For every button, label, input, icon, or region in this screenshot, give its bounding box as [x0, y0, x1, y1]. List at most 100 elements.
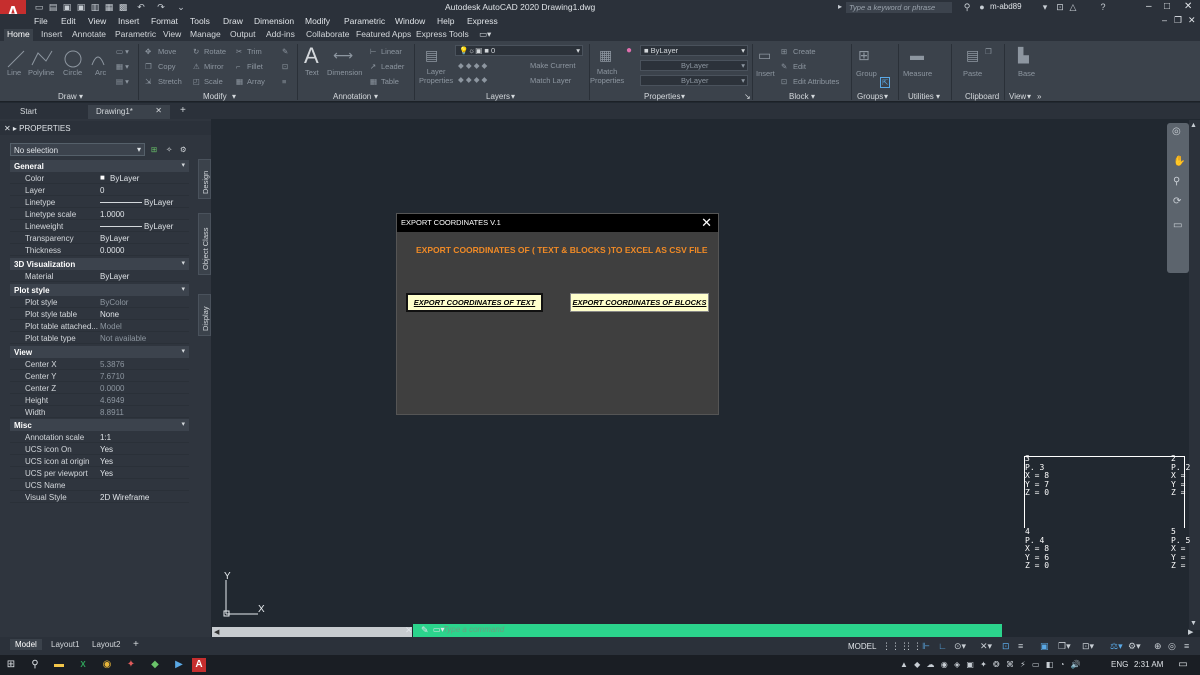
new-tab-icon[interactable]: + — [172, 105, 194, 119]
windows-start-icon[interactable]: ⊞ — [4, 658, 18, 672]
property-row[interactable]: Visual Style 2D Wireframe — [10, 491, 189, 503]
steering-wheel-icon[interactable]: ◎ — [1172, 126, 1181, 137]
menu-help[interactable]: Help — [437, 16, 454, 26]
binoculars-icon[interactable]: ⚲ — [962, 2, 972, 12]
file-explorer-icon[interactable]: ▬ — [52, 658, 66, 672]
draw-panel-dropdown-icon[interactable]: ▾ — [79, 92, 83, 101]
property-row[interactable]: UCS icon at origin Yes — [10, 455, 189, 467]
layer-tools-row1[interactable]: ◆ ◆ ◆ ◆ — [458, 61, 487, 70]
menu-modify[interactable]: Modify — [305, 16, 330, 26]
tab-manage[interactable]: Manage — [187, 29, 224, 41]
draw-panel-title[interactable]: Draw — [58, 92, 77, 101]
object-snap-icon[interactable]: ⊡ — [1002, 641, 1010, 652]
property-row[interactable]: Thickness 0.0000 — [10, 244, 189, 256]
quick-access-dropdown-icon[interactable]: ⌄ — [176, 2, 186, 12]
scale-tool[interactable]: Scale — [204, 77, 223, 86]
user-dropdown-icon[interactable]: ▾ — [1040, 2, 1050, 12]
chrome-icon[interactable]: ◉ — [100, 658, 114, 672]
lineweight-dropdown[interactable]: ByLayer ▾ — [640, 75, 748, 86]
mirror-tool[interactable]: Mirror — [204, 62, 224, 71]
hatch-tool-icon[interactable]: ▦ ▾ — [116, 62, 129, 71]
layer-properties-tool[interactable]: Layer Properties — [419, 67, 453, 85]
property-row[interactable]: Transparency ByLayer — [10, 232, 189, 244]
annotation-panel-title[interactable]: Annotation — [333, 92, 371, 101]
block-panel-dropdown-icon[interactable]: ▾ — [811, 92, 815, 101]
property-row[interactable]: Lineweight ByLayer — [10, 220, 189, 232]
quick-select-icon[interactable]: ⚙ — [180, 145, 187, 154]
polar-icon[interactable]: ⊙▾ — [954, 641, 966, 652]
print-icon[interactable]: ▩ — [118, 2, 128, 12]
text-tool[interactable]: Text — [305, 68, 319, 77]
export-text-button[interactable]: EXPORT COORDINATES OF TEXT — [406, 293, 543, 312]
doc-tab-start[interactable]: Start — [12, 105, 45, 119]
properties-panel-dropdown-icon[interactable]: ▾ — [681, 92, 685, 101]
array-tool[interactable]: Array — [247, 77, 265, 86]
scroll-left-icon[interactable]: ◀ — [214, 628, 219, 636]
tab-model[interactable]: Model — [10, 639, 42, 650]
palette-close-icon[interactable]: ✕ ▸ — [4, 124, 19, 133]
groups-panel-dropdown-icon[interactable]: ▾ — [884, 92, 888, 101]
close-icon[interactable]: ✕ — [1184, 1, 1192, 12]
section-collapse-icon[interactable]: ▾ — [181, 259, 185, 267]
property-row[interactable]: Linetype scale 1.0000 — [10, 208, 189, 220]
draw-small-tools[interactable]: ▭ ▾ — [116, 47, 129, 56]
xbox-icon[interactable]: ◆ — [148, 658, 162, 672]
workspace-gear-icon[interactable]: ⚙▾ — [1128, 641, 1141, 652]
property-row[interactable]: UCS icon On Yes — [10, 443, 189, 455]
property-row[interactable]: Layer 0 — [10, 184, 189, 196]
maximize-icon[interactable]: □ — [1164, 1, 1170, 12]
cloud-icon[interactable]: ▦ — [104, 2, 114, 12]
section-collapse-icon[interactable]: ▾ — [181, 161, 185, 169]
tab-express-tools[interactable]: Express Tools — [413, 29, 472, 41]
insert-block-tool[interactable]: Insert — [756, 69, 775, 78]
tray-icons[interactable]: ▲ ◆ ☁ ◉ ◈ ▣ ✦ ❂ ⌘ ⚡ ▭ ◧ ◔ 🔊 — [900, 658, 1100, 672]
property-row[interactable]: Material ByLayer — [10, 270, 189, 282]
side-tab-design[interactable]: Design — [198, 159, 211, 199]
side-tab-object-class[interactable]: Object Class — [198, 213, 211, 275]
annotation-panel-dropdown-icon[interactable]: ▾ — [374, 92, 378, 101]
doc-minimize-icon[interactable]: – — [1162, 15, 1167, 25]
toggle-pickadd-icon[interactable]: ⊞ — [151, 145, 157, 154]
properties-header[interactable]: ✕ ▸ PROPERTIES — [0, 121, 211, 135]
tab-parametric[interactable]: Parametric — [112, 29, 159, 41]
tab-collaborate[interactable]: Collaborate — [303, 29, 352, 41]
measure-icon[interactable]: ▬ — [910, 47, 924, 63]
menu-dimension[interactable]: Dimension — [254, 16, 294, 26]
save-icon[interactable]: ▣ — [62, 2, 72, 12]
menu-file[interactable]: File — [34, 16, 48, 26]
notifications-icon[interactable]: ▭ — [1176, 658, 1190, 672]
draw-tools-icons[interactable] — [6, 47, 106, 69]
scroll-up-icon[interactable]: ▲ — [1190, 122, 1197, 129]
erase-icon[interactable]: ✎ — [282, 47, 288, 56]
property-row[interactable]: UCS Name — [10, 479, 189, 491]
property-row[interactable]: Plot style table None — [10, 308, 189, 320]
selection-cycling-icon[interactable]: ▣ — [1040, 641, 1049, 652]
search-expand-icon[interactable]: ▸ — [838, 2, 842, 11]
utilities-panel-title[interactable]: Utilities — [908, 92, 934, 101]
tab-output[interactable]: Output — [227, 29, 259, 41]
layer-tools-row2[interactable]: ◆ ◆ ◆ ◆ — [458, 75, 487, 84]
scroll-down-icon[interactable]: ▼ — [1190, 620, 1197, 627]
paste-icon[interactable]: ▤ — [966, 47, 979, 64]
layers-panel-title[interactable]: Layers — [486, 92, 510, 101]
doc-tab-close-icon[interactable]: ✕ — [155, 106, 162, 115]
dimension-big-icon[interactable]: ⟷ — [333, 47, 353, 64]
tab-layout1[interactable]: Layout1 — [46, 639, 84, 650]
user-icon[interactable]: ● — [977, 2, 987, 12]
clipboard-panel-title[interactable]: Clipboard — [965, 92, 999, 101]
redo-icon[interactable]: ↷ — [156, 2, 166, 12]
property-row[interactable]: Center Y 7.6710 — [10, 370, 189, 382]
create-tool[interactable]: Create — [793, 47, 816, 56]
insert-block-icon[interactable]: ▭ — [758, 47, 771, 64]
command-line[interactable]: ✕ ✎ ▭▾ Type a command — [405, 624, 1002, 637]
groups-panel-title[interactable]: Groups — [857, 92, 883, 101]
section-misc[interactable]: Misc ▾ — [10, 419, 189, 431]
doc-restore-icon[interactable]: ❐ — [1174, 15, 1182, 26]
polyline-tool[interactable]: Polyline — [28, 68, 54, 77]
ortho-icon[interactable]: ∟ — [938, 641, 947, 651]
base-view-icon[interactable]: ▙ — [1018, 47, 1029, 64]
copy-clip-icon[interactable]: ❐ — [985, 47, 992, 56]
search-icon[interactable]: ⚲ — [28, 658, 42, 672]
rotate-tool[interactable]: Rotate — [204, 47, 226, 56]
tab-layout2[interactable]: Layout2 — [87, 639, 125, 650]
